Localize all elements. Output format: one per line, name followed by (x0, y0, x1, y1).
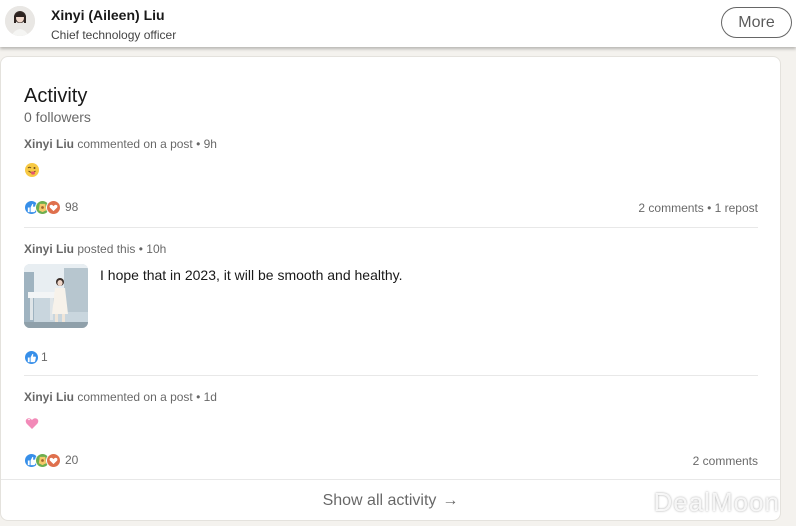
activity-action: commented on a post • 9h (77, 137, 217, 151)
activity-author[interactable]: Xinyi Liu (24, 390, 74, 404)
activity-author[interactable]: Xinyi Liu (24, 137, 74, 151)
activity-card: Activity 0 followers Xinyi Liu commented… (0, 56, 781, 521)
followers-count[interactable]: 0 followers (24, 109, 91, 125)
love-reaction-icon (46, 452, 61, 468)
comments-count[interactable]: 2 comments (693, 454, 758, 468)
activity-author[interactable]: Xinyi Liu (24, 242, 74, 256)
tongue-face-emoji-icon (24, 162, 40, 178)
post-text[interactable]: I hope that in 2023, it will be smooth a… (100, 267, 403, 283)
activity-item: Xinyi Liu commented on a post • 9h 98 2 … (24, 137, 758, 228)
reaction-count[interactable]: 98 (65, 200, 78, 214)
love-reaction-icon (46, 199, 61, 215)
profile-name[interactable]: Xinyi (Aileen) Liu (51, 7, 165, 23)
comments-reposts-count[interactable]: 2 comments • 1 repost (638, 201, 758, 215)
like-reaction-icon (24, 349, 39, 365)
pink-heart-emoji-icon (24, 415, 40, 431)
activity-meta: Xinyi Liu commented on a post • 9h (24, 137, 758, 151)
reaction-icons (24, 199, 61, 215)
profile-avatar[interactable] (5, 6, 35, 36)
activity-action: commented on a post • 1d (77, 390, 217, 404)
activity-meta: Xinyi Liu posted this • 10h (24, 242, 758, 256)
reaction-count[interactable]: 1 (41, 350, 48, 364)
activity-item: Xinyi Liu commented on a post • 1d 20 2 … (24, 390, 758, 470)
show-all-label: Show all activity (322, 491, 437, 509)
activity-action: posted this • 10h (77, 242, 167, 256)
more-button[interactable]: More (721, 7, 792, 38)
arrow-right-icon: → (442, 491, 459, 509)
reaction-icons (24, 452, 61, 468)
watermark: DealMoon (653, 487, 780, 517)
social-counts[interactable]: 98 (24, 199, 78, 215)
profile-headline: Chief technology officer (51, 28, 177, 42)
item-divider (24, 375, 758, 376)
activity-title: Activity (24, 85, 88, 107)
profile-sticky-header: Xinyi (Aileen) Liu Chief technology offi… (0, 0, 796, 47)
item-divider (24, 227, 758, 228)
activity-meta: Xinyi Liu commented on a post • 1d (24, 390, 758, 404)
post-thumbnail[interactable] (24, 264, 88, 328)
social-counts[interactable]: 20 (24, 452, 78, 468)
reaction-icons (24, 349, 39, 365)
activity-item: Xinyi Liu posted this • 10h I hope that … (24, 242, 758, 376)
social-counts[interactable]: 1 (24, 349, 48, 365)
reaction-count[interactable]: 20 (65, 453, 78, 467)
